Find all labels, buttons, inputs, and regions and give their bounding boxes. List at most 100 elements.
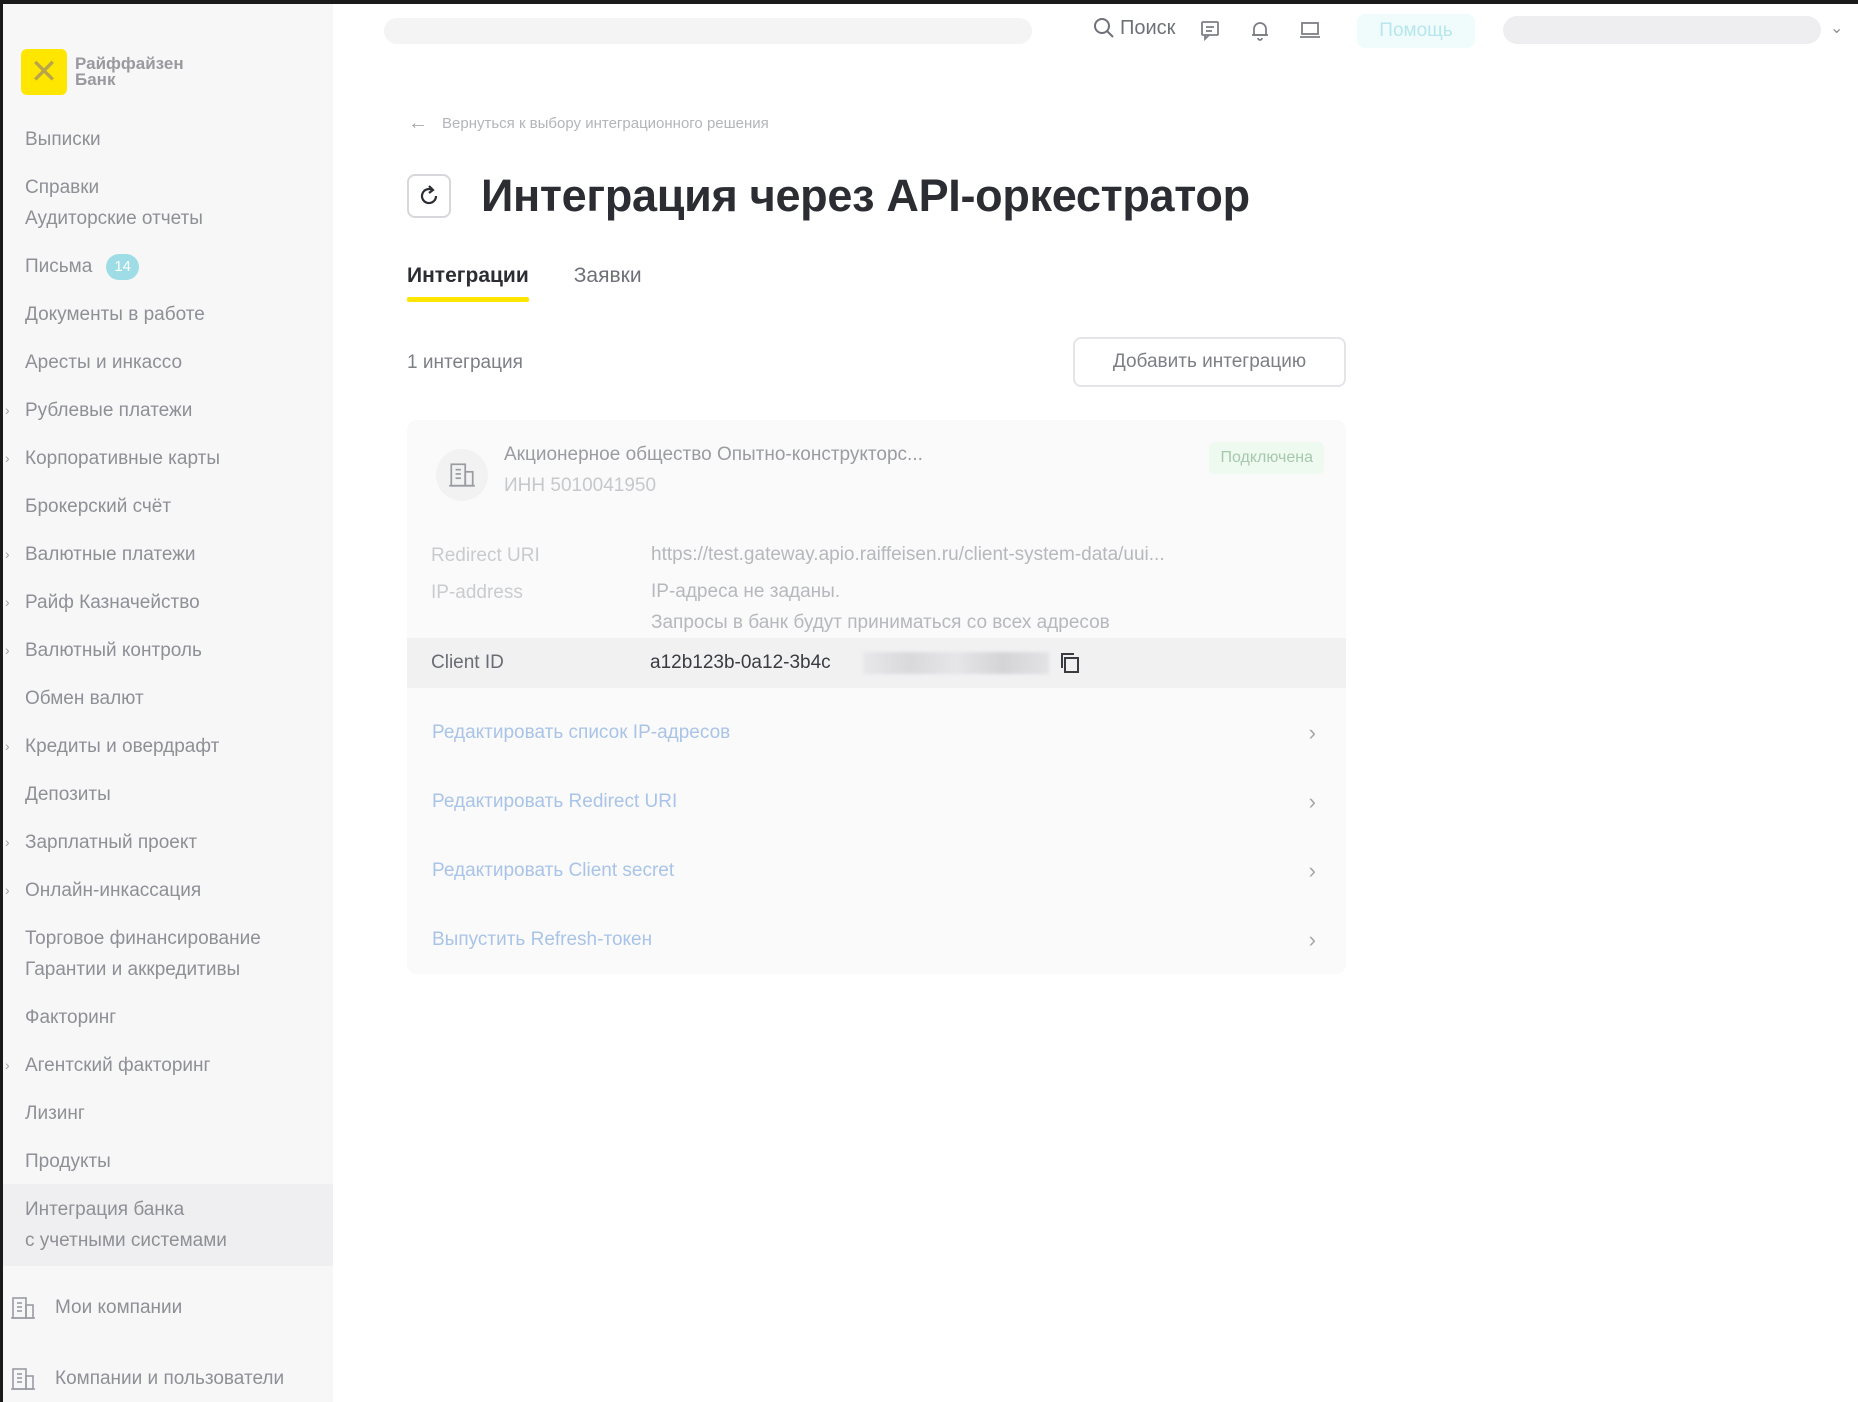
- sidebar-nav: Выписки Справки Аудиторские отчеты Письм…: [3, 124, 333, 1266]
- chevron-right-icon: ›: [1308, 719, 1316, 745]
- chevron-right-icon: ›: [5, 642, 10, 658]
- bell-icon[interactable]: [1248, 18, 1272, 42]
- sidebar-item-online-collection[interactable]: › Онлайн-инкассация: [3, 875, 333, 906]
- sidebar-item-label: Райф Казначейство: [25, 592, 200, 613]
- copy-icon[interactable]: [1057, 650, 1083, 676]
- search-button[interactable]: Поиск: [1092, 16, 1175, 40]
- sidebar-item-label: Выписки: [25, 129, 101, 150]
- chevron-right-icon: ›: [5, 738, 10, 754]
- sidebar-item-label: Кредиты и овердрафт: [25, 736, 220, 757]
- building-icon: [436, 449, 488, 501]
- sidebar-item-label: Депозиты: [25, 784, 111, 805]
- back-link-label: Вернуться к выбору интеграционного решен…: [442, 115, 769, 132]
- sidebar-item-label: Рублевые платежи: [25, 400, 193, 421]
- sidebar-item-factoring[interactable]: Факторинг: [3, 1002, 333, 1033]
- sidebar-item-documents-in-work[interactable]: Документы в работе: [3, 299, 333, 330]
- refresh-icon: [407, 174, 451, 218]
- sidebar-item-my-companies[interactable]: Мои компании: [9, 1294, 329, 1322]
- sidebar-item-guarantees[interactable]: Гарантии и аккредитивы: [3, 954, 333, 985]
- sidebar-item-label: Аресты и инкассо: [25, 352, 183, 373]
- action-label: Редактировать список IP-адресов: [432, 721, 731, 743]
- integration-count: 1 интеграция: [407, 352, 523, 373]
- logo-text-line2: Банк: [75, 70, 116, 89]
- sidebar-item-currency-control[interactable]: › Валютный контроль: [3, 635, 333, 666]
- chevron-right-icon: ›: [5, 450, 10, 466]
- sidebar-item-bank-integration[interactable]: Интеграция банка с учетными системами: [3, 1184, 333, 1266]
- sidebar-item-corporate-cards[interactable]: › Корпоративные карты: [3, 443, 333, 474]
- global-search-bar[interactable]: [384, 18, 1032, 44]
- sidebar-item-leasing[interactable]: Лизинг: [3, 1098, 333, 1129]
- sidebar-item-label: Справки: [25, 177, 100, 198]
- page-header: Интеграция через API-оркестратор: [407, 170, 1250, 222]
- sidebar-item-currency-payments[interactable]: › Валютные платежи: [3, 539, 333, 570]
- unread-count-badge: 14: [106, 253, 139, 280]
- bank-logo[interactable]: ✕ Райффайзен Банк: [21, 49, 184, 95]
- sidebar-item-label: Онлайн-инкассация: [25, 880, 202, 901]
- chevron-right-icon: ›: [1308, 788, 1316, 814]
- sidebar-item-label: Брокерский счёт: [25, 496, 172, 517]
- chevron-right-icon: ›: [5, 546, 10, 562]
- add-integration-button[interactable]: Добавить интеграцию: [1073, 337, 1346, 387]
- sidebar-item-products[interactable]: Продукты: [3, 1146, 333, 1177]
- user-profile-menu[interactable]: [1503, 16, 1821, 44]
- chevron-right-icon: ›: [5, 882, 10, 898]
- sidebar-item-label: Обмен валют: [25, 688, 144, 709]
- sidebar-item-ruble-payments[interactable]: › Рублевые платежи: [3, 395, 333, 426]
- sidebar-item-currency-exchange[interactable]: Обмен валют: [3, 683, 333, 714]
- sidebar-item-label: Продукты: [25, 1151, 111, 1172]
- edit-client-secret-action[interactable]: Редактировать Client secret ›: [407, 836, 1346, 905]
- sidebar: ✕ Райффайзен Банк Выписки Справки Аудито…: [3, 4, 333, 1402]
- sidebar-item-credits[interactable]: › Кредиты и овердрафт: [3, 731, 333, 762]
- sidebar-item-label: Документы в работе: [25, 304, 205, 325]
- chevron-right-icon: ›: [5, 834, 10, 850]
- sidebar-item-audit-reports[interactable]: Аудиторские отчеты: [3, 203, 333, 234]
- building-icon: [11, 1297, 35, 1319]
- arrow-left-icon: ←: [408, 112, 428, 134]
- sidebar-item-label: Торговое финансирование: [25, 928, 261, 949]
- edit-redirect-uri-action[interactable]: Редактировать Redirect URI ›: [407, 767, 1346, 836]
- sidebar-item-label: Агентский факторинг: [25, 1055, 211, 1076]
- chevron-right-icon: ›: [5, 1057, 10, 1073]
- sidebar-item-deposits[interactable]: Депозиты: [3, 779, 333, 810]
- action-label: Выпустить Refresh-токен: [432, 928, 653, 950]
- chat-icon[interactable]: [1198, 18, 1222, 42]
- chevron-right-icon: ›: [5, 402, 10, 418]
- sidebar-item-brokerage[interactable]: Брокерский счёт: [3, 491, 333, 522]
- tab-integrations[interactable]: Интеграции: [407, 264, 529, 302]
- sidebar-item-label: Гарантии и аккредитивы: [25, 959, 241, 980]
- search-icon: [1094, 18, 1114, 38]
- raiffeisen-logo-icon: ✕: [21, 49, 67, 95]
- sidebar-item-arrests[interactable]: Аресты и инкассо: [3, 347, 333, 378]
- client-id-row: Client ID a12b123b-0a12-3b4c: [407, 638, 1346, 688]
- sidebar-item-letters[interactable]: Письма 14: [3, 251, 333, 282]
- sidebar-item-salary-project[interactable]: › Зарплатный проект: [3, 827, 333, 858]
- status-badge: Подключена: [1209, 442, 1324, 474]
- chevron-right-icon: ›: [1308, 857, 1316, 883]
- sidebar-item-treasury[interactable]: › Райф Казначейство: [3, 587, 333, 618]
- help-button[interactable]: Помощь: [1357, 14, 1475, 48]
- sidebar-item-label: Аудиторские отчеты: [25, 208, 203, 229]
- sidebar-item-label: Валютный контроль: [25, 640, 202, 661]
- chevron-right-icon: ›: [1308, 926, 1316, 952]
- sidebar-item-agent-factoring[interactable]: › Агентский факторинг: [3, 1050, 333, 1081]
- issue-refresh-token-action[interactable]: Выпустить Refresh-токен ›: [407, 905, 1346, 974]
- chevron-down-icon[interactable]: ⌄: [1830, 18, 1843, 38]
- sidebar-item-references[interactable]: Справки: [3, 172, 333, 203]
- sidebar-item-statements[interactable]: Выписки: [3, 124, 333, 155]
- monitor-icon[interactable]: [1298, 18, 1322, 42]
- back-link[interactable]: ← Вернуться к выбору интеграционного реш…: [408, 112, 769, 135]
- sidebar-item-companies-users[interactable]: Компании и пользователи: [9, 1365, 329, 1393]
- sidebar-item-label: Интеграция банка: [25, 1199, 185, 1220]
- ip-address-value-line1: IP-адреса не заданы.: [651, 581, 841, 602]
- tab-requests[interactable]: Заявки: [574, 264, 642, 298]
- client-id-label: Client ID: [431, 652, 504, 673]
- sidebar-item-trade-finance[interactable]: Торговое финансирование: [3, 923, 333, 954]
- sidebar-item-label: Зарплатный проект: [25, 832, 198, 853]
- integration-card: Акционерное общество Опытно-конструкторс…: [407, 420, 1346, 974]
- redirect-uri-value: https://test.gateway.apio.raiffeisen.ru/…: [651, 544, 1165, 565]
- edit-ip-list-action[interactable]: Редактировать список IP-адресов ›: [407, 698, 1346, 767]
- redirect-uri-label: Redirect URI: [431, 545, 540, 566]
- search-label: Поиск: [1120, 16, 1176, 39]
- chevron-right-icon: ›: [5, 594, 10, 610]
- building-icon: [11, 1368, 35, 1390]
